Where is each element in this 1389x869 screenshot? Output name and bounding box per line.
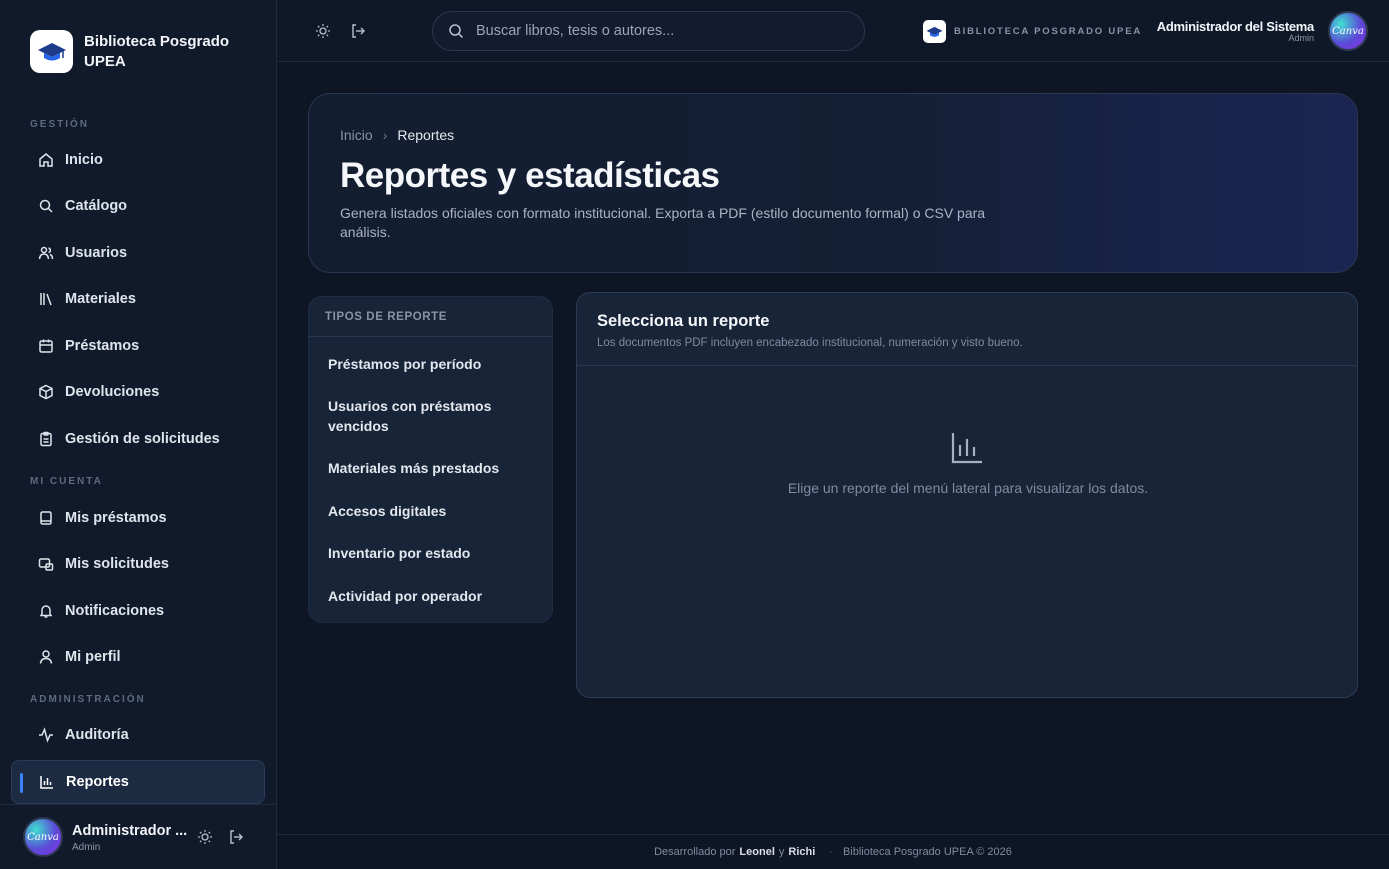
- sidebar-item-label: Catálogo: [65, 198, 128, 214]
- sidebar-item-mis-solicitudes[interactable]: Mis solicitudes: [11, 542, 265, 586]
- sidebar-item-label: Préstamos: [65, 338, 140, 354]
- footer-author-1: Leonel: [739, 846, 775, 858]
- sidebar-item-label: Reportes: [66, 774, 129, 790]
- user-name: Administrador ...: [72, 823, 188, 839]
- avatar-text: Canva: [27, 831, 59, 843]
- activity-icon: [39, 727, 53, 743]
- logout-icon[interactable]: [228, 829, 244, 845]
- report-types-panel: TIPOS DE REPORTE Préstamos por período U…: [308, 296, 553, 623]
- avatar[interactable]: Canva: [1328, 11, 1368, 51]
- sidebar-item-label: Usuarios: [65, 245, 128, 261]
- sidebar: Biblioteca Posgrado UPEA GESTIÓN MI CUEN…: [0, 0, 277, 869]
- sidebar-item-usuarios[interactable]: Usuarios: [11, 231, 265, 275]
- report-panel: Selecciona un reporte Los documentos PDF…: [576, 292, 1358, 698]
- report-type-item[interactable]: Actividad por operador: [328, 587, 538, 607]
- request-icon: [38, 558, 54, 571]
- sidebar-item-materiales[interactable]: Materiales: [11, 277, 265, 321]
- brand[interactable]: Biblioteca Posgrado UPEA: [30, 30, 234, 73]
- breadcrumb-item-current: Reportes: [397, 127, 455, 143]
- empty-state-text: Elige un reporte del menú lateral para v…: [787, 480, 1149, 496]
- user-name: Administrador del Sistema: [1156, 19, 1315, 34]
- report-type-item[interactable]: Accesos digitales: [328, 502, 538, 522]
- user-role: Admin: [72, 842, 101, 853]
- library-icon: [40, 293, 52, 306]
- sidebar-item-inicio[interactable]: Inicio: [11, 138, 265, 182]
- page-header: Inicio › Reportes Reportes y estadística…: [308, 93, 1358, 273]
- user-icon: [39, 650, 53, 664]
- sidebar-item-reportes[interactable]: Reportes: [11, 760, 265, 804]
- bell-icon: [39, 605, 53, 618]
- sun-icon[interactable]: [197, 829, 213, 845]
- report-type-item[interactable]: Usuarios con préstamos vencidos: [328, 397, 538, 436]
- search-input[interactable]: [476, 23, 836, 39]
- avatar-text: Canva: [1332, 25, 1364, 37]
- bar-chart-icon: [951, 433, 982, 464]
- section-label-administracion: ADMINISTRACIÓN: [30, 694, 146, 705]
- clipboard-icon: [40, 431, 52, 447]
- users-icon: [38, 246, 54, 260]
- report-panel-subtitle: Los documentos PDF incluyen encabezado i…: [597, 337, 1023, 349]
- sidebar-item-label: Devoluciones: [65, 384, 160, 400]
- footer-prefix: Desarrollado por: [654, 846, 736, 858]
- top-brand-text: BIBLIOTECA POSGRADO UPEA: [954, 26, 1142, 37]
- graduation-cap-logo-icon: [30, 30, 73, 73]
- home-icon: [39, 153, 53, 167]
- breadcrumb: Inicio › Reportes: [340, 127, 454, 143]
- sidebar-item-devoluciones[interactable]: Devoluciones: [11, 370, 265, 414]
- sidebar-user: Canva Administrador ... Admin: [0, 804, 277, 869]
- footer-conj: y: [778, 846, 785, 858]
- sidebar-item-label: Notificaciones: [65, 603, 165, 619]
- report-type-item[interactable]: Materiales más prestados: [328, 459, 538, 479]
- sidebar-item-auditoria[interactable]: Auditoría: [11, 713, 265, 757]
- footer-separator: ·: [829, 846, 833, 858]
- package-icon: [39, 384, 53, 400]
- sidebar-item-label: Gestión de solicitudes: [65, 431, 220, 447]
- section-label-mi-cuenta: MI CUENTA: [30, 476, 103, 487]
- bar-chart-icon: [40, 776, 53, 789]
- page-title: Reportes y estadísticas: [340, 156, 720, 195]
- sidebar-item-label: Mis solicitudes: [65, 556, 169, 572]
- section-label-gestion: GESTIÓN: [30, 119, 90, 130]
- sidebar-item-mi-perfil[interactable]: Mi perfil: [11, 635, 265, 679]
- sidebar-item-mis-prestamos[interactable]: Mis préstamos: [11, 496, 265, 540]
- sidebar-item-catalogo[interactable]: Catálogo: [11, 184, 265, 228]
- sidebar-item-label: Inicio: [65, 152, 103, 168]
- sidebar-item-label: Mi perfil: [65, 649, 121, 665]
- footer-copyright: Biblioteca Posgrado UPEA © 2026: [842, 846, 1012, 858]
- sidebar-item-notificaciones[interactable]: Notificaciones: [11, 589, 265, 633]
- report-panel-header: Selecciona un reporte Los documentos PDF…: [577, 293, 1357, 366]
- search-bar[interactable]: [432, 11, 865, 51]
- top-brand: BIBLIOTECA POSGRADO UPEA: [923, 20, 1142, 43]
- search-icon: [39, 199, 53, 213]
- sidebar-item-label: Materiales: [65, 291, 136, 307]
- report-type-item[interactable]: Inventario por estado: [328, 544, 538, 564]
- sidebar-item-label: Mis préstamos: [65, 510, 167, 526]
- brand-name: Biblioteca Posgrado UPEA: [84, 32, 230, 70]
- sun-icon[interactable]: [315, 23, 331, 39]
- calendar-icon: [39, 339, 53, 353]
- report-types-header: TIPOS DE REPORTE: [309, 297, 552, 337]
- graduation-cap-logo-icon: [923, 20, 946, 43]
- breadcrumb-item-inicio[interactable]: Inicio: [340, 127, 373, 143]
- report-type-item[interactable]: Préstamos por período: [328, 355, 538, 375]
- search-icon: [449, 24, 464, 39]
- sidebar-item-prestamos[interactable]: Préstamos: [11, 324, 265, 368]
- chevron-right-icon: ›: [382, 127, 388, 143]
- user-role: Admin: [1288, 33, 1314, 43]
- avatar[interactable]: Canva: [23, 817, 63, 857]
- page-subtitle: Genera listados oficiales con formato in…: [340, 205, 986, 240]
- topbar: BIBLIOTECA POSGRADO UPEA Administrador d…: [277, 0, 1389, 62]
- sidebar-item-label: Auditoría: [65, 727, 129, 743]
- sidebar-item-gestion-solicitudes[interactable]: Gestión de solicitudes: [11, 417, 265, 461]
- report-panel-title: Selecciona un reporte: [597, 312, 770, 330]
- footer-author-2: Richi: [788, 846, 816, 858]
- page-footer: Desarrollado por Leonel y Richi · Biblio…: [277, 834, 1389, 869]
- book-icon: [40, 511, 52, 525]
- logout-icon[interactable]: [350, 23, 366, 39]
